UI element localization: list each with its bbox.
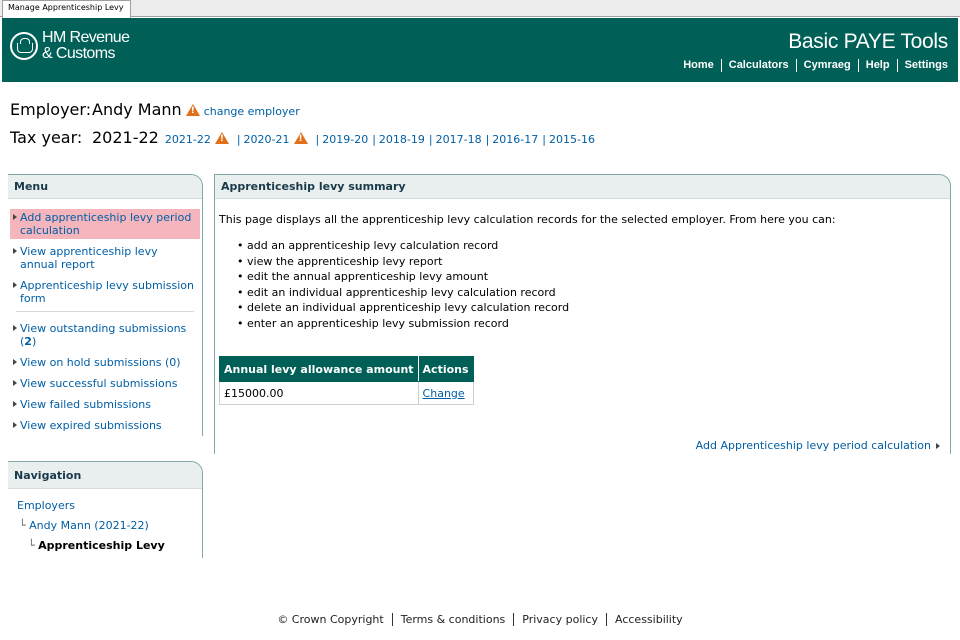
menu-divider <box>16 311 194 312</box>
footer-terms-link[interactable]: Terms & conditions <box>391 613 514 626</box>
outstanding-label: View outstanding submissions ( <box>20 322 187 348</box>
tax-year-link-2018-19[interactable]: 2018-19 <box>379 133 425 146</box>
tax-year-links: 2021-22 | 2020-21 | 2019-20 | 2018-19 | … <box>165 131 595 146</box>
tax-year-link-2021-22[interactable]: 2021-22 <box>165 133 211 146</box>
nav-calculators[interactable]: Calculators <box>720 59 796 72</box>
list-item: view the apprenticeship levy report <box>237 254 950 270</box>
employer-label: Employer: <box>10 100 92 119</box>
nav-tree-employer-label: Andy Mann (2021-22) <box>29 519 149 532</box>
logo-text: HM Revenue & Customs <box>42 29 130 62</box>
nav-tree-apprenticeship-levy: └ Apprenticeship Levy <box>17 539 202 553</box>
main-panel: Apprenticeship levy summary This page di… <box>214 174 951 454</box>
change-link[interactable]: Change <box>423 387 465 400</box>
footer-privacy-link[interactable]: Privacy policy <box>513 613 606 626</box>
nav-tree-employers[interactable]: Employers <box>17 499 202 513</box>
separator: | <box>315 133 320 146</box>
nav-tree-employer[interactable]: └ Andy Mann (2021-22) <box>17 519 202 533</box>
tax-year-link-2019-20[interactable]: 2019-20 <box>322 133 368 146</box>
tax-year-link-2017-18[interactable]: 2017-18 <box>436 133 482 146</box>
actions-cell: Change <box>417 381 474 405</box>
window-tab[interactable]: Manage Apprenticeship Levy <box>2 0 131 18</box>
add-period-calculation-link[interactable]: Add Apprenticeship levy period calculati… <box>696 439 940 452</box>
app-header: HM Revenue & Customs Basic PAYE Tools Ho… <box>2 18 958 82</box>
main-title: Apprenticeship levy summary <box>215 175 950 199</box>
list-item: enter an apprenticeship levy submission … <box>237 316 950 332</box>
menu-item-outstanding-submissions[interactable]: View outstanding submissions (2) <box>10 320 200 350</box>
nav-help[interactable]: Help <box>857 59 897 72</box>
list-item: add an apprenticeship levy calculation r… <box>237 238 950 254</box>
crown-crest-icon <box>10 32 38 60</box>
navigation-panel: Navigation Employers └ Andy Mann (2021-2… <box>8 461 203 558</box>
menu-item-failed-submissions[interactable]: View failed submissions <box>10 396 200 413</box>
warning-icon <box>293 132 308 144</box>
employer-line: Employer: Andy Mann change employer <box>10 100 300 119</box>
navigation-tree: Employers └ Andy Mann (2021-22) └ Appren… <box>8 489 202 553</box>
nav-cymraeg[interactable]: Cymraeg <box>795 59 858 72</box>
logo-line-2: & Customs <box>42 45 115 62</box>
list-item: delete an individual apprenticeship levy… <box>237 300 950 316</box>
separator: | <box>236 133 241 146</box>
levy-allowance-table: Annual levy allowance amount Actions £15… <box>219 356 474 405</box>
nav-tree-current-label: Apprenticeship Levy <box>38 539 165 552</box>
menu-panel: Menu Add apprenticeship levy period calc… <box>8 174 203 436</box>
separator: | <box>372 133 376 146</box>
tax-year-link-2015-16[interactable]: 2015-16 <box>549 133 595 146</box>
tree-connector-icon: └ <box>19 519 30 532</box>
levy-amount-cell: £15000.00 <box>219 381 419 405</box>
menu-list: Add apprenticeship levy period calculati… <box>8 199 202 434</box>
outstanding-count: 2 <box>24 335 32 348</box>
column-header-amount: Annual levy allowance amount <box>219 356 419 382</box>
table-row: £15000.00 Change <box>219 381 474 405</box>
separator: | <box>542 133 546 146</box>
tax-year-link-2016-17[interactable]: 2016-17 <box>492 133 538 146</box>
main-intro: This page displays all the apprenticeshi… <box>219 213 836 226</box>
footer-copyright: © Crown Copyright <box>277 613 384 626</box>
change-employer-link[interactable]: change employer <box>204 105 300 118</box>
tree-connector-icon: └ <box>28 539 39 552</box>
tax-year-line: Tax year: 2021-22 2021-22 | 2020-21 | 20… <box>10 128 595 147</box>
menu-item-expired-submissions[interactable]: View expired submissions <box>10 417 200 434</box>
current-tax-year: 2021-22 <box>92 128 159 147</box>
top-navigation: Home Calculators Cymraeg Help Settings <box>676 59 948 72</box>
logo-line-1: HM Revenue <box>42 29 130 46</box>
column-header-actions: Actions <box>417 356 474 382</box>
nav-settings[interactable]: Settings <box>896 59 948 72</box>
list-item: edit the annual apprenticeship levy amou… <box>237 269 950 285</box>
menu-item-annual-report[interactable]: View apprenticeship levy annual report <box>10 243 200 273</box>
table-header-row: Annual levy allowance amount Actions <box>219 356 474 382</box>
outstanding-close: ) <box>31 335 37 348</box>
menu-item-on-hold-submissions[interactable]: View on hold submissions (0) <box>10 354 200 371</box>
tax-year-link-2020-21[interactable]: 2020-21 <box>244 133 290 146</box>
footer: © Crown Copyright Terms & conditions Pri… <box>0 613 960 626</box>
nav-home[interactable]: Home <box>676 59 721 72</box>
separator: | <box>485 133 490 146</box>
window-tabstrip: Manage Apprenticeship Levy <box>0 0 960 18</box>
navigation-title: Navigation <box>8 462 202 489</box>
warning-icon <box>214 132 229 144</box>
warning-icon <box>185 104 200 116</box>
tax-year-label: Tax year: <box>10 128 83 147</box>
separator: | <box>428 133 433 146</box>
menu-title: Menu <box>8 175 202 199</box>
app-title: Basic PAYE Tools <box>788 30 948 53</box>
hmrc-logo[interactable]: HM Revenue & Customs <box>10 29 130 62</box>
list-item: edit an individual apprenticeship levy c… <box>237 285 950 301</box>
employer-name: Andy Mann <box>92 100 182 119</box>
menu-item-add-period-calculation[interactable]: Add apprenticeship levy period calculati… <box>10 209 200 239</box>
menu-item-successful-submissions[interactable]: View successful submissions <box>10 375 200 392</box>
footer-accessibility-link[interactable]: Accessibility <box>606 613 691 626</box>
menu-item-submission-form[interactable]: Apprenticeship levy submission form <box>10 277 200 307</box>
capabilities-list: add an apprenticeship levy calculation r… <box>215 226 950 331</box>
